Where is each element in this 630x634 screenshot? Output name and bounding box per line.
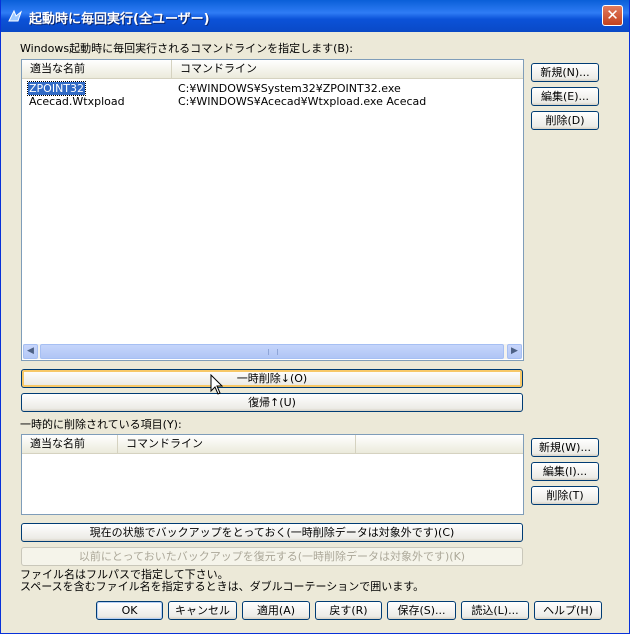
list-item[interactable]: ZPOINT32 C:¥WINDOWS¥System32¥ZPOINT32.ex… xyxy=(22,81,523,96)
scrollbar-thumb[interactable] xyxy=(40,344,504,359)
horizontal-scrollbar[interactable]: ◀ ▶ xyxy=(23,344,522,359)
close-button[interactable]: ✕ xyxy=(602,5,623,26)
new-temp-button[interactable]: 新規(W)... xyxy=(531,438,599,457)
item-name: ZPOINT32 xyxy=(26,81,87,96)
item-command: C:¥WINDOWS¥Acecad¥Wtxpload.exe Acecad xyxy=(178,95,427,108)
list-header: 適当な名前 コマンドライン xyxy=(22,60,523,79)
temp-delete-button[interactable]: 一時削除↓(O) xyxy=(21,369,523,388)
backup-restore-button[interactable]: 以前にとっておいたバックアップを復元する(一時削除データは対象外です)(K) xyxy=(21,547,523,566)
new-button[interactable]: 新規(N)... xyxy=(531,63,599,82)
column-header-command[interactable]: コマンドライン xyxy=(172,60,523,78)
mouse-cursor-icon xyxy=(210,374,224,395)
column-header-name[interactable]: 適当な名前 xyxy=(22,60,172,78)
edit-button[interactable]: 編集(E)... xyxy=(531,87,599,106)
temp-deleted-list[interactable]: 適当な名前 コマンドライン xyxy=(21,434,524,515)
close-icon: ✕ xyxy=(606,6,619,24)
edit-temp-button[interactable]: 編集(I)... xyxy=(531,462,599,481)
dialog-window: 起動時に毎回実行(全ユーザー) ✕ Windows起動時に毎回実行されるコマンド… xyxy=(0,0,630,634)
scroll-right-icon[interactable]: ▶ xyxy=(507,344,522,359)
ok-button[interactable]: OK xyxy=(96,601,163,620)
load-button[interactable]: 読込(L)... xyxy=(461,601,529,620)
item-command: C:¥WINDOWS¥System32¥ZPOINT32.exe xyxy=(178,82,401,95)
delete-button[interactable]: 削除(D) xyxy=(531,111,599,130)
window-title: 起動時に毎回実行(全ユーザー) xyxy=(29,12,210,27)
startup-commands-label: Windows起動時に毎回実行されるコマンドラインを指定します(B): xyxy=(20,42,353,55)
scroll-left-icon[interactable]: ◀ xyxy=(23,344,38,359)
delete-temp-button[interactable]: 削除(T) xyxy=(531,486,599,505)
app-icon xyxy=(7,8,23,24)
save-button[interactable]: 保存(S)... xyxy=(387,601,456,620)
apply-button[interactable]: 適用(A) xyxy=(242,601,310,620)
help-button[interactable]: ヘルプ(H) xyxy=(534,601,602,620)
startup-commands-list[interactable]: 適当な名前 コマンドライン ZPOINT32 C:¥WINDOWS¥System… xyxy=(21,59,524,361)
backup-save-button[interactable]: 現在の状態でバックアップをとっておく(一時削除データは対象外です)(C) xyxy=(21,523,523,542)
cancel-button[interactable]: キャンセル xyxy=(168,601,237,620)
grip-icon xyxy=(268,349,278,355)
column-header-name[interactable]: 適当な名前 xyxy=(22,435,118,453)
restore-button[interactable]: 復帰↑(U) xyxy=(21,393,523,412)
temp-deleted-label: 一時的に削除されている項目(Y): xyxy=(20,418,182,431)
item-name: Acecad.Wtxpload xyxy=(29,95,125,108)
list-item[interactable]: Acecad.Wtxpload C:¥WINDOWS¥Acecad¥Wtxplo… xyxy=(22,95,523,108)
title-bar[interactable]: 起動時に毎回実行(全ユーザー) ✕ xyxy=(1,0,629,32)
revert-button[interactable]: 戻す(R) xyxy=(315,601,382,620)
note-line-2: スペースを含むファイル名を指定するときは、ダブルコーテーションで囲います。 xyxy=(20,580,425,593)
list-header: 適当な名前 コマンドライン xyxy=(22,435,523,454)
column-header-command[interactable]: コマンドライン xyxy=(118,435,356,453)
